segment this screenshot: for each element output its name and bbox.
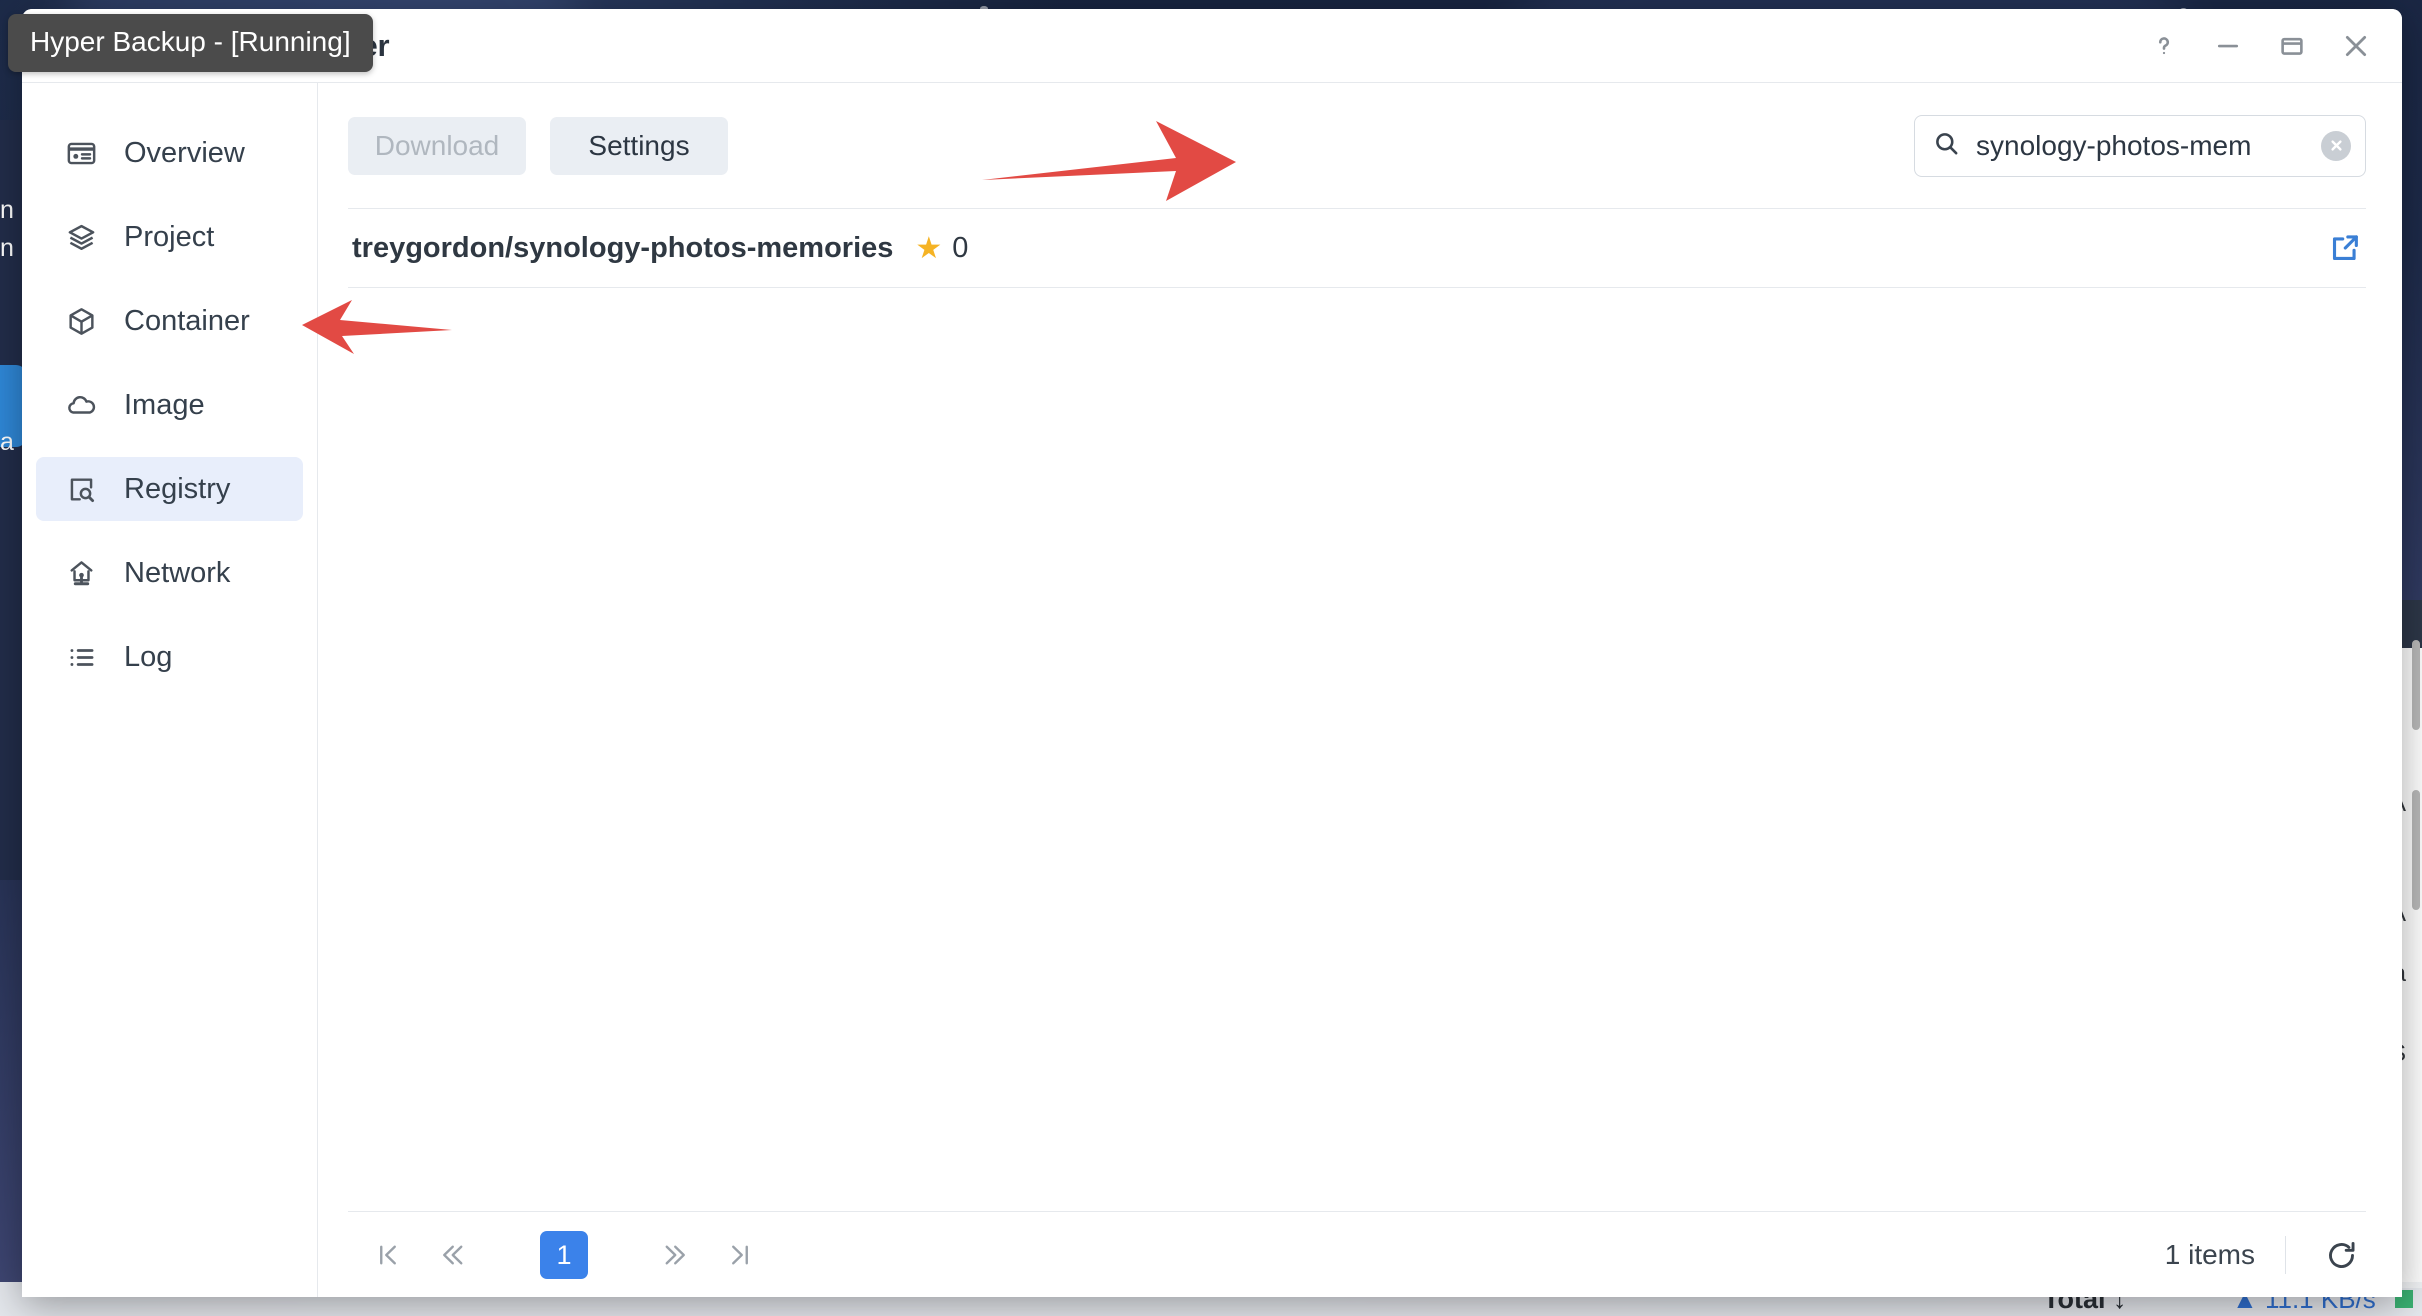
background-scrollbar[interactable] (2412, 790, 2420, 910)
close-button[interactable] (2324, 17, 2388, 75)
minimize-button[interactable] (2196, 17, 2260, 75)
refresh-icon[interactable] (2316, 1230, 2366, 1280)
sidebar: Overview Project Container Image Registr… (22, 83, 318, 1297)
window-titlebar: Container Manager (22, 9, 2402, 82)
search-box[interactable] (1914, 114, 2366, 177)
item-count-label: 1 items (2164, 1239, 2255, 1270)
star-count: 0 (952, 231, 969, 264)
window-body: Overview Project Container Image Registr… (22, 82, 2402, 1297)
background-scrollbar[interactable] (2412, 640, 2420, 730)
sidebar-item-overview[interactable]: Overview (36, 121, 303, 185)
sidebar-item-container[interactable]: Container (36, 289, 303, 353)
sidebar-item-label: Project (124, 220, 215, 253)
search-input[interactable] (1974, 128, 2321, 163)
sidebar-item-label: Container (124, 304, 250, 337)
layers-icon (64, 220, 98, 254)
table-row[interactable]: treygordon/synology-photos-memories ★ 0 (348, 208, 2366, 288)
help-button[interactable] (2132, 17, 2196, 75)
sidebar-item-label: Log (124, 640, 173, 673)
content-area: Download Settings synology-photos-mem tr… (318, 83, 2402, 1297)
overview-card-icon (64, 136, 98, 170)
sidebar-item-label: Overview (124, 136, 245, 169)
first-page-button[interactable] (360, 1227, 416, 1283)
registry-search-icon (64, 472, 98, 506)
footer-divider (2285, 1236, 2286, 1274)
sidebar-item-network[interactable]: Network (36, 541, 303, 605)
sidebar-item-image[interactable]: Image (36, 373, 303, 437)
last-page-button[interactable] (712, 1227, 768, 1283)
previous-page-button[interactable] (424, 1227, 480, 1283)
next-page-button[interactable] (648, 1227, 704, 1283)
sidebar-item-registry[interactable]: Registry (36, 457, 303, 521)
external-link-icon[interactable] (2328, 231, 2362, 265)
sidebar-item-label: Image (124, 388, 205, 421)
registry-image-name: treygordon/synology-photos-memories (352, 231, 894, 264)
page-number-1[interactable]: 1 (540, 1231, 588, 1279)
registry-results-list: treygordon/synology-photos-memories ★ 0 (318, 208, 2402, 1211)
cube-icon (64, 304, 98, 338)
maximize-button[interactable] (2260, 17, 2324, 75)
list-icon (64, 640, 98, 674)
pagination: 1 (360, 1227, 768, 1283)
table-footer: 1 1 items (348, 1211, 2366, 1297)
star-icon: ★ (915, 231, 943, 265)
screen: n n a A IA 5a S Total ↓ ▲ 11.1 KB/s Cont… (0, 0, 2422, 1316)
search-icon (1933, 130, 1960, 162)
hyper-backup-tooltip: Hyper Backup - [Running] (8, 14, 373, 72)
download-button[interactable]: Download (348, 116, 526, 175)
footer-right: 1 items (2165, 1230, 2366, 1280)
window-controls (2132, 9, 2388, 82)
sidebar-item-log[interactable]: Log (36, 625, 303, 689)
network-house-icon (64, 556, 98, 590)
clear-search-icon[interactable] (2321, 130, 2351, 161)
sidebar-item-label: Network (124, 556, 231, 589)
settings-button[interactable]: Settings (550, 116, 728, 175)
cloud-icon (64, 388, 98, 422)
container-manager-window: Container Manager (22, 9, 2402, 1297)
sidebar-item-project[interactable]: Project (36, 205, 303, 269)
sidebar-item-label: Registry (124, 472, 231, 505)
toolbar: Download Settings (318, 83, 2402, 208)
